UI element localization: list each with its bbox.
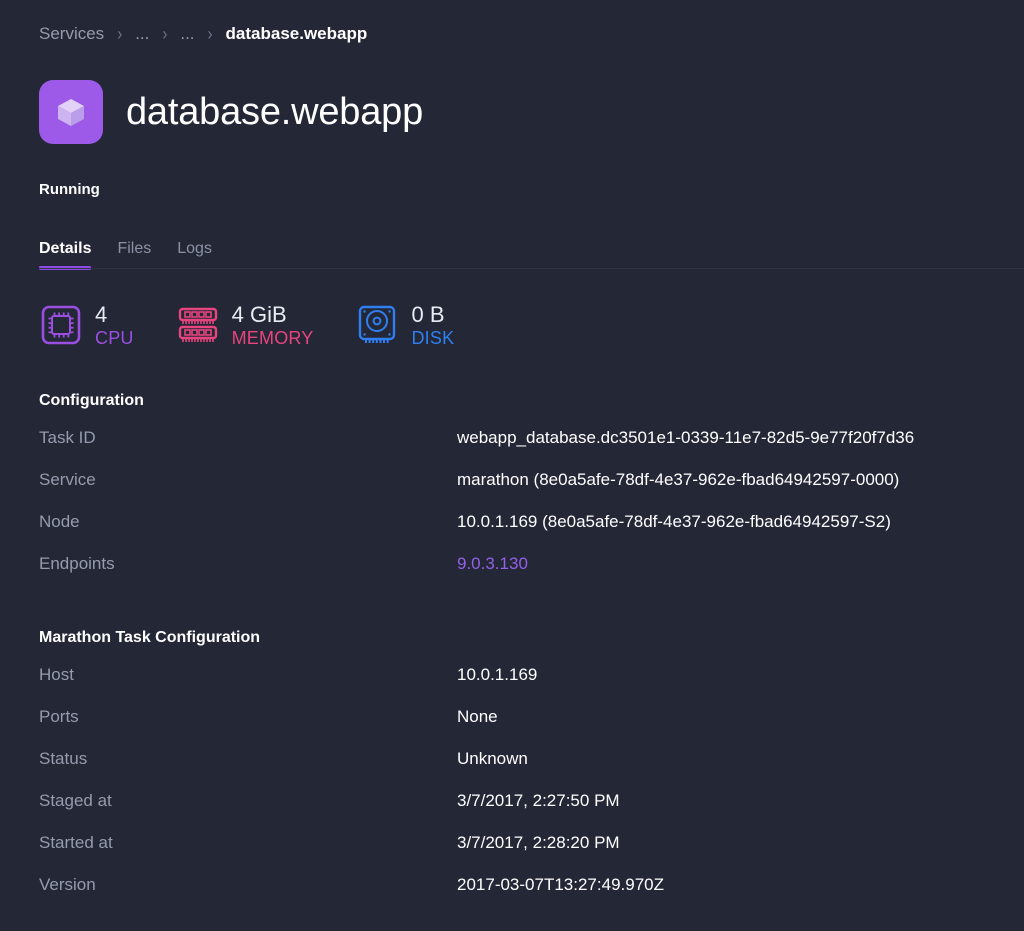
breadcrumb-separator-icon: › [117, 23, 123, 45]
detail-value: Unknown [457, 748, 528, 768]
cpu-icon [41, 305, 81, 345]
detail-row: Node 10.0.1.169 (8e0a5afe-78df-4e37-962e-… [39, 512, 1000, 554]
page-title: database.webapp [126, 91, 424, 134]
detail-value: 3/7/2017, 2:27:50 PM [457, 790, 620, 810]
detail-row: Status Unknown [39, 749, 1000, 791]
breadcrumb: Services ›... ›... › database.webapp [39, 0, 1000, 64]
detail-row: Endpoints 9.0.3.130 [39, 554, 1000, 596]
detail-row: Ports None [39, 707, 1000, 749]
configuration-rows: Task ID webapp_database.dc3501e1-0339-11e… [39, 428, 1000, 596]
detail-label: Ports [39, 706, 79, 726]
detail-row: Started at 3/7/2017, 2:28:20 PM [39, 833, 1000, 875]
configuration-section-title: Configuration [39, 391, 144, 409]
stat-label: CPU [95, 327, 134, 348]
tab-details[interactable]: Details [39, 240, 92, 270]
detail-value: 2017-03-07T13:27:49.970Z [457, 874, 664, 894]
detail-row: Staged at 3/7/2017, 2:27:50 PM [39, 791, 1000, 833]
breadcrumb-item[interactable]: Services [39, 24, 104, 44]
detail-value-link[interactable]: 9.0.3.130 [457, 554, 528, 574]
stat-text: 4 GiB MEMORY [231, 301, 314, 348]
detail-label: Node [39, 511, 80, 531]
stat-value: 4 [95, 301, 108, 327]
resource-stats: 4 CPU 4 GiB MEMORY 0 B DISK [39, 301, 1000, 348]
detail-label: Started at [39, 832, 113, 852]
detail-value: None [457, 706, 498, 726]
detail-label: Host [39, 664, 74, 684]
tab-files[interactable]: Files [117, 240, 151, 270]
detail-label: Staged at [39, 790, 112, 810]
detail-label: Endpoints [39, 553, 115, 573]
stat-disk: 0 B DISK [355, 301, 455, 348]
status-badge: Running [39, 180, 100, 198]
stat-value: 4 GiB [231, 301, 287, 327]
cube-icon [39, 80, 103, 145]
breadcrumb-item: database.webapp [225, 24, 368, 43]
stat-label: DISK [411, 327, 455, 348]
stat-text: 0 B DISK [411, 301, 455, 348]
breadcrumb-separator-icon: › [162, 23, 168, 45]
task-detail-page: Services ›... ›... › database.webapp databas… [0, 0, 1024, 931]
breadcrumb-item[interactable]: ... [135, 24, 149, 44]
detail-label: Version [39, 874, 96, 894]
stat-memory: 4 GiB MEMORY [176, 301, 314, 348]
detail-row: Version 2017-03-07T13:27:49.970Z [39, 875, 1000, 917]
page-header: database.webapp [39, 68, 1000, 157]
marathon-section: Marathon Task Configuration Host 10.0.1.1… [39, 629, 1000, 917]
detail-value: marathon (8e0a5afe-78df-4e37-962e-fbad64… [457, 469, 900, 489]
configuration-section: Configuration Task ID webapp_database.dc3… [39, 392, 1000, 596]
breadcrumb-separator-icon: › [207, 23, 213, 45]
marathon-rows: Host 10.0.1.169 Ports None Status Unknown Stag… [39, 665, 1000, 917]
tab-bar: Details Files Logs [39, 228, 1024, 270]
stat-label: MEMORY [231, 327, 314, 348]
detail-label: Status [39, 748, 88, 768]
disk-icon [359, 306, 396, 344]
detail-label: Service [39, 469, 96, 489]
detail-value: webapp_database.dc3501e1-0339-11e7-82d5-… [457, 427, 915, 447]
marathon-section-title: Marathon Task Configuration [39, 628, 261, 646]
stat-value: 0 B [411, 301, 445, 327]
memory-icon [178, 308, 217, 343]
stat-text: 4 CPU [95, 301, 134, 348]
detail-row: Service marathon (8e0a5afe-78df-4e37-962e… [39, 470, 1000, 512]
detail-row: Host 10.0.1.169 [39, 665, 1000, 707]
tab-logs[interactable]: Logs [177, 240, 212, 270]
detail-value: 10.0.1.169 (8e0a5afe-78df-4e37-962e-fbad… [457, 511, 891, 531]
detail-value: 3/7/2017, 2:28:20 PM [457, 832, 620, 852]
detail-label: Task ID [39, 427, 96, 447]
tab-bar-rule [39, 267, 1024, 269]
detail-value: 10.0.1.169 [457, 664, 538, 684]
detail-row: Task ID webapp_database.dc3501e1-0339-11e… [39, 428, 1000, 470]
breadcrumb-item[interactable]: ... [180, 24, 194, 44]
stat-cpu: 4 CPU [39, 301, 134, 348]
